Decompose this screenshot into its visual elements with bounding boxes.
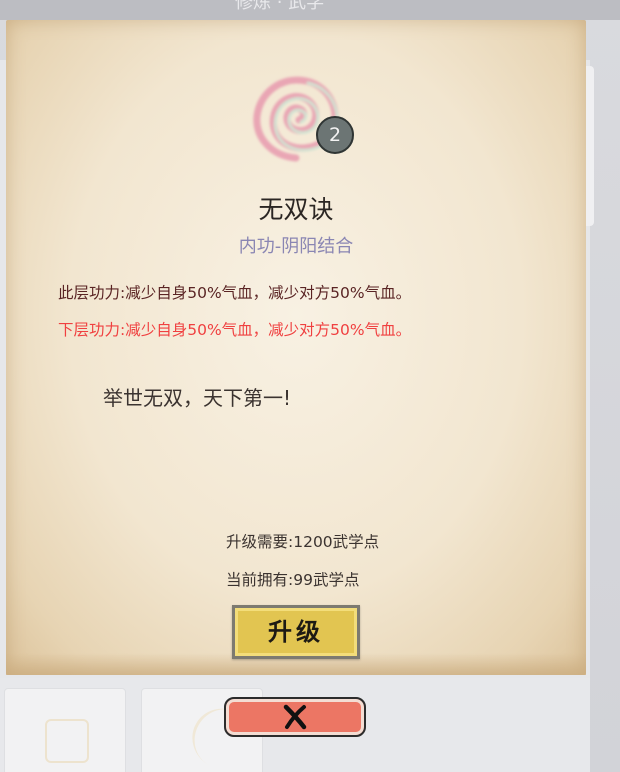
background-skill-card[interactable] xyxy=(4,688,126,772)
next-level-effect: 下层功力:减少自身50%气血，减少对方50%气血。 xyxy=(58,321,412,339)
skill-type: 内功-阴阳结合 xyxy=(238,236,354,257)
upgrade-cost: 升级需要:1200武学点 xyxy=(226,533,380,551)
close-button[interactable] xyxy=(224,697,366,737)
current-points: 当前拥有:99武学点 xyxy=(226,571,360,589)
background-header-title: 修炼 · 武学 xyxy=(235,0,325,13)
skill-card-icon xyxy=(45,719,89,763)
skill-name: 无双诀 xyxy=(258,195,334,224)
upgrade-button[interactable]: 升级 xyxy=(232,605,360,659)
skill-description: 举世无双，天下第一! xyxy=(103,386,292,410)
close-icon xyxy=(283,704,307,730)
current-level-effect: 此层功力:减少自身50%气血，减少对方50%气血。 xyxy=(58,284,412,302)
game-screen: 修炼 · 武学 2 无双诀 内功-阴阳结合 此层功力:减少自身50%气血，减少对… xyxy=(0,0,620,772)
background-header: 修炼 · 武学 xyxy=(0,0,620,20)
